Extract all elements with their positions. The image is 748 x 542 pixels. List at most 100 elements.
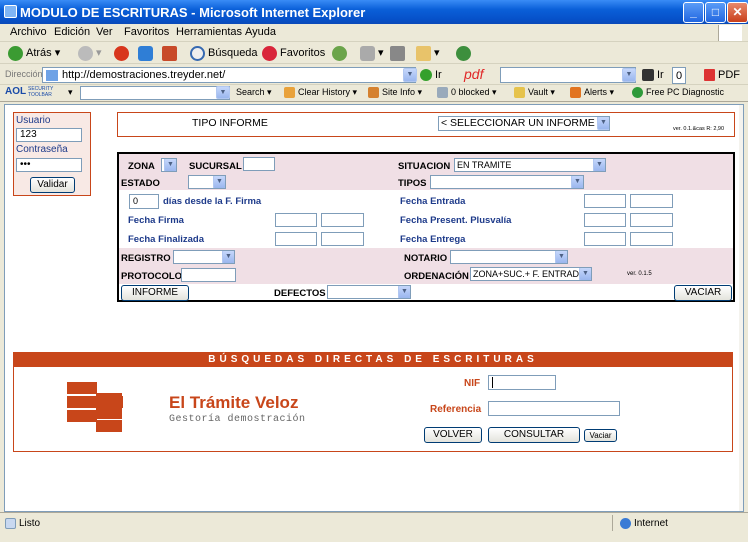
clear-history-button[interactable]: Clear History ▾ [284, 87, 357, 99]
pdf-go-button[interactable]: Ir [642, 67, 664, 84]
back-button[interactable]: Atrás ▾ [8, 45, 60, 62]
volver-button[interactable]: VOLVER [424, 427, 482, 443]
favorites-button[interactable]: Favoritos [262, 45, 325, 62]
forward-button[interactable]: ▾ [78, 45, 102, 62]
vaciar-small-button[interactable]: Vaciar [584, 429, 617, 442]
report-version: ver. 0.1.&cas R: 2,90 [673, 126, 725, 132]
estado-label: ESTADO [121, 178, 160, 189]
defectos-select[interactable]: ▼ [327, 285, 411, 299]
direct-search-panel: BÚSQUEDAS DIRECTAS DE ESCRITURAS El Trám… [13, 352, 733, 452]
mail-icon [360, 45, 375, 61]
chevron-down-icon: ▼ [164, 159, 176, 171]
fecha-entrada-to[interactable] [630, 194, 673, 208]
pdf-count: 0 [672, 67, 687, 84]
stop-button[interactable] [114, 45, 132, 62]
search-button[interactable]: Búsqueda [190, 45, 258, 62]
user-input[interactable]: 123 [16, 128, 82, 142]
pdf-icon [704, 69, 715, 82]
aol-search-input[interactable] [80, 86, 230, 100]
consultar-button[interactable]: CONSULTAR [488, 427, 580, 443]
page-icon [46, 69, 58, 81]
password-label: Contraseña [16, 144, 68, 155]
mail-button[interactable]: ▾ [360, 45, 384, 62]
fecha-firma-label: Fecha Firma [128, 215, 184, 226]
menu-favoritos[interactable]: Favoritos [124, 26, 169, 38]
informe-button[interactable]: INFORME [121, 285, 189, 301]
vaciar-button[interactable]: VACIAR [674, 285, 732, 301]
direct-search-header: BÚSQUEDAS DIRECTAS DE ESCRITURAS [14, 353, 732, 367]
aol-logo: AOL [5, 86, 27, 97]
fecha-entrada-from[interactable] [584, 194, 626, 208]
situacion-select[interactable]: EN TRAMITE ▼ [454, 158, 606, 172]
login-panel: Usuario 123 Contraseña ••• Validar [13, 112, 91, 196]
menu-edicion[interactable]: Edición [54, 26, 90, 38]
messenger-button[interactable] [456, 45, 474, 62]
minimize-button[interactable]: _ [683, 2, 704, 23]
messenger-icon [456, 45, 471, 61]
nif-input[interactable] [488, 375, 556, 390]
clear-history-icon [284, 87, 295, 99]
password-input[interactable]: ••• [16, 158, 82, 172]
validate-button[interactable]: Validar [30, 177, 75, 193]
fecha-finalizada-label: Fecha Finalizada [128, 234, 205, 245]
print-icon [390, 45, 405, 61]
fecha-entrega-to[interactable] [630, 232, 673, 246]
fecha-finalizada-from[interactable] [275, 232, 317, 246]
forward-arrow-icon [78, 45, 93, 61]
globe-icon [620, 518, 631, 529]
pdf-input[interactable] [500, 67, 636, 83]
toolbar: Atrás ▾ ▾ Búsqueda Favoritos ▾ ▾ [0, 42, 748, 64]
user-label: Usuario [16, 115, 51, 126]
fecha-entrega-from[interactable] [584, 232, 626, 246]
go-button[interactable]: Ir [420, 67, 442, 84]
pdf-dropdown[interactable]: ▼ [622, 68, 636, 82]
alerts-button[interactable]: Alerts ▾ [570, 87, 614, 99]
fecha-firma-to[interactable] [321, 213, 364, 227]
aol-menu-arrow[interactable]: ▾ [68, 87, 73, 98]
menu-ayuda[interactable]: Ayuda [245, 26, 276, 38]
pdf-button[interactable]: PDF [704, 67, 740, 84]
fecha-firma-from[interactable] [275, 213, 317, 227]
vault-button[interactable]: Vault ▾ [514, 87, 555, 99]
notario-select[interactable]: ▼ [450, 250, 568, 264]
ordenacion-label: ORDENACIÓN [404, 271, 469, 282]
notario-label: NOTARIO [404, 253, 448, 264]
registro-select[interactable]: ▼ [173, 250, 235, 264]
refresh-button[interactable] [138, 45, 156, 62]
rss-icon [570, 87, 581, 99]
filter-version: ver. 0.1.5 [627, 271, 652, 277]
referencia-label: Referencia [430, 404, 482, 415]
fecha-finalizada-to[interactable] [321, 232, 364, 246]
zone-indicator: Internet [620, 518, 668, 529]
fecha-plusvalia-from[interactable] [584, 213, 626, 227]
aol-search-dropdown[interactable]: ▼ [216, 86, 230, 99]
pc-diagnostic-button[interactable]: Free PC Diagnostic [632, 87, 724, 99]
aol-search-button[interactable]: Search ▾ [236, 87, 272, 98]
site-info-button[interactable]: Site Info ▾ [368, 87, 422, 99]
address-dropdown[interactable]: ▼ [403, 68, 417, 82]
popup-blocker-button[interactable]: 0 blocked ▾ [437, 87, 497, 99]
chevron-down-icon: ▼ [579, 268, 591, 280]
close-button[interactable]: ✕ [727, 2, 748, 23]
maximize-button[interactable]: □ [705, 2, 726, 23]
zona-select[interactable]: ▼ [161, 158, 177, 172]
referencia-input[interactable] [488, 401, 620, 416]
report-type-select[interactable]: < SELECCIONAR UN INFORME > ▼ [438, 116, 610, 131]
days-input[interactable]: 0 [129, 194, 159, 209]
estado-select[interactable]: ▼ [188, 175, 226, 189]
address-input[interactable]: http://demostraciones.treyder.net/ [42, 67, 416, 83]
tipos-select[interactable]: ▼ [430, 175, 584, 189]
protocolo-input[interactable] [181, 268, 236, 282]
print-button[interactable] [390, 45, 408, 62]
menu-herramientas[interactable]: Herramientas [176, 26, 242, 38]
logo-block-4 [96, 393, 122, 419]
fecha-plusvalia-to[interactable] [630, 213, 673, 227]
ordenacion-select[interactable]: ZONA+SUC.+ F. ENTRADA ▼ [470, 267, 592, 281]
home-button[interactable] [162, 45, 180, 62]
history-button[interactable] [332, 45, 350, 62]
menu-archivo[interactable]: Archivo [10, 26, 47, 38]
scrollbar-track[interactable] [739, 105, 743, 511]
edit-button[interactable]: ▾ [416, 45, 440, 62]
sucursal-input[interactable] [243, 157, 275, 171]
menu-ver[interactable]: Ver [96, 26, 113, 38]
